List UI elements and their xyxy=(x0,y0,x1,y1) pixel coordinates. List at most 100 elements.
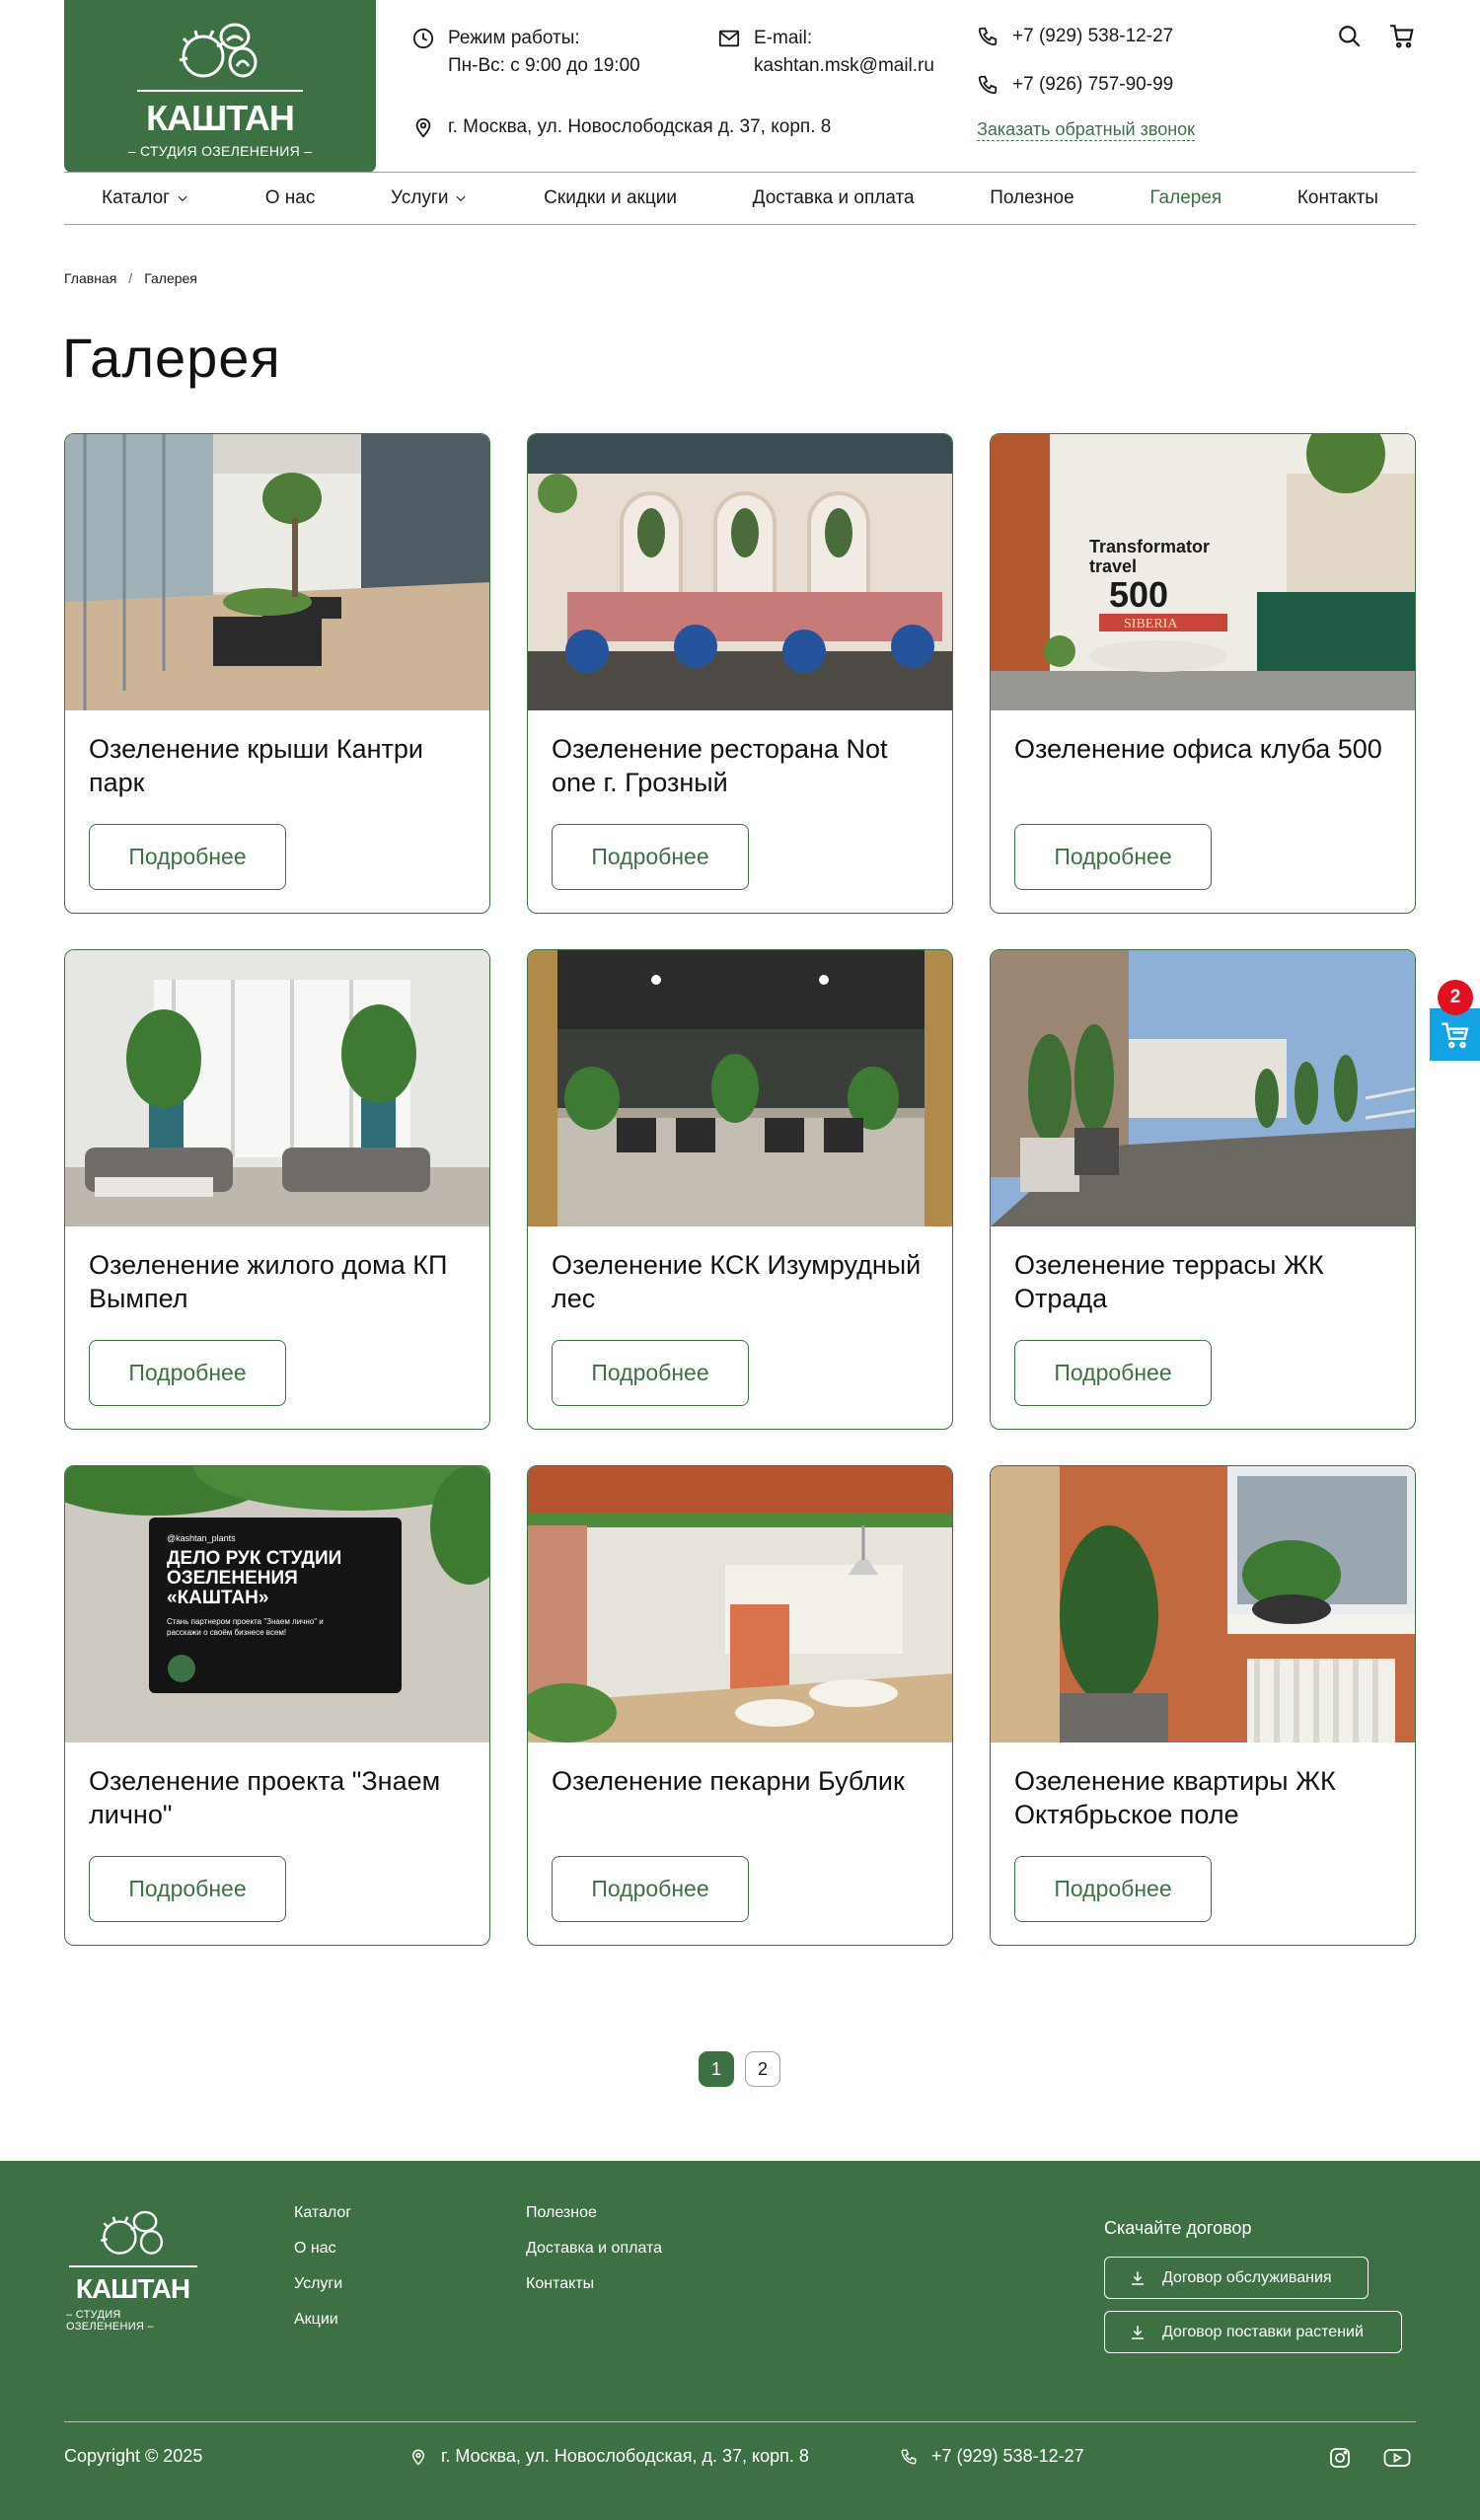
nav-gallery[interactable]: Галерея xyxy=(1149,187,1221,209)
gallery-card[interactable]: Озеленение террасы ЖК Отрада Подробнее xyxy=(990,949,1416,1430)
gallery-card[interactable]: @kashtan_plants ДЕЛО РУК СТУДИИ ОЗЕЛЕНЕН… xyxy=(64,1465,490,1946)
hours-label: Режим работы: xyxy=(448,28,580,48)
download-supply-contract-button[interactable]: Договор поставки растений xyxy=(1104,2311,1402,2353)
details-button[interactable]: Подробнее xyxy=(552,824,749,890)
gallery-card[interactable]: Transformator travel 500 SIBERIA Озелене… xyxy=(990,433,1416,914)
footer-link-catalog[interactable]: Каталог xyxy=(294,2204,351,2222)
sign-headline: ДЕЛО РУК СТУДИИ ОЗЕЛЕНЕНИЯ «КАШТАН» xyxy=(167,1548,342,1608)
logo-name: КАШТАН xyxy=(137,89,303,139)
footer-link-about[interactable]: О нас xyxy=(294,2240,351,2258)
sign-handle: @kashtan_plants xyxy=(167,1533,236,1543)
footer-link-services[interactable]: Услуги xyxy=(294,2275,351,2293)
nav-services[interactable]: Услуги xyxy=(391,187,468,209)
logo-subtitle: – СТУДИЯ ОЗЕЛЕНЕНИЯ – xyxy=(66,2309,154,2333)
cart-count-badge: 2 xyxy=(1438,980,1473,1015)
nav-catalog[interactable]: Каталог xyxy=(102,187,189,209)
search-icon xyxy=(1339,26,1361,47)
restaurant-interior-photo[interactable] xyxy=(528,434,952,710)
gallery-card[interactable]: Озеленение квартиры ЖК Октябрьское поле … xyxy=(990,1465,1416,1946)
nav-delivery[interactable]: Доставка и оплата xyxy=(753,187,915,209)
clock-icon xyxy=(412,28,434,49)
breadcrumb-home[interactable]: Главная xyxy=(64,270,116,286)
footer-phone[interactable]: +7 (929) 538-12-27 xyxy=(900,2446,1084,2467)
site-logo[interactable]: КАШТАН – СТУДИЯ ОЗЕЛЕНЕНИЯ – xyxy=(64,0,376,173)
phone-icon xyxy=(978,27,998,46)
footer-col-1: Каталог О нас Услуги Акции xyxy=(294,2204,351,2329)
email-label: E-mail: xyxy=(754,28,813,48)
phone-2[interactable]: +7 (926) 757-90-99 xyxy=(977,71,1173,99)
bakery-photo[interactable] xyxy=(528,1466,952,1742)
gallery-card[interactable]: Озеленение жилого дома КП Вымпел Подробн… xyxy=(64,949,490,1430)
cart-icon xyxy=(1390,25,1414,48)
gallery-card[interactable]: Озеленение ресторана Not one г. Грозный … xyxy=(527,433,953,914)
footer-link-delivery[interactable]: Доставка и оплата xyxy=(526,2240,662,2258)
details-button[interactable]: Подробнее xyxy=(1014,1340,1212,1406)
office-sign-brand: SIBERIA xyxy=(1124,617,1178,631)
youtube-icon[interactable] xyxy=(1383,2446,1411,2470)
main-nav: Каталог О нас Услуги Скидки и акции Дост… xyxy=(64,172,1416,225)
footer-divider xyxy=(64,2421,1416,2422)
floating-cart-button[interactable] xyxy=(1430,1008,1480,1061)
logo-name: КАШТАН xyxy=(68,2265,197,2305)
search-button[interactable] xyxy=(1335,22,1365,51)
footer-logo[interactable]: КАШТАН – СТУДИЯ ОЗЕЛЕНЕНИЯ – xyxy=(66,2204,199,2333)
office-club-photo[interactable]: Transformator travel 500 SIBERIA xyxy=(991,434,1415,710)
callback-link[interactable]: Заказать обратный звонок xyxy=(977,118,1196,141)
card-title: Озеленение террасы ЖК Отрада xyxy=(1014,1250,1324,1313)
nav-useful[interactable]: Полезное xyxy=(990,187,1073,209)
card-title: Озеленение крыши Кантри парк xyxy=(89,734,424,797)
card-title: Озеленение ресторана Not one г. Грозный xyxy=(552,734,888,797)
phone-1-text[interactable]: +7 (929) 538-12-27 xyxy=(1012,23,1173,50)
terrace-photo[interactable] xyxy=(991,950,1415,1226)
phone-icon xyxy=(901,2449,917,2465)
chevron-down-icon xyxy=(178,195,187,202)
nav-contacts[interactable]: Контакты xyxy=(1297,187,1378,209)
phone-2-text[interactable]: +7 (926) 757-90-99 xyxy=(1012,71,1173,99)
download-icon xyxy=(1132,2325,1144,2339)
sign-body: Стань партнером проекта "Знаем лично" и … xyxy=(167,1617,324,1637)
nav-about[interactable]: О нас xyxy=(265,187,316,209)
footer-link-promos[interactable]: Акции xyxy=(294,2311,351,2329)
mail-icon xyxy=(718,30,740,47)
office-sign-number: 500 xyxy=(1109,574,1168,615)
card-title: Озеленение пекарни Бублик xyxy=(552,1766,905,1796)
sign-photo[interactable]: @kashtan_plants ДЕЛО РУК СТУДИИ ОЗЕЛЕНЕН… xyxy=(65,1466,489,1742)
details-button[interactable]: Подробнее xyxy=(552,1856,749,1922)
cart-button[interactable] xyxy=(1387,22,1417,51)
download-service-contract-button[interactable]: Договор обслуживания xyxy=(1104,2257,1369,2299)
nav-discounts[interactable]: Скидки и акции xyxy=(544,187,677,209)
card-title: Озеленение квартиры ЖК Октябрьское поле xyxy=(1014,1766,1336,1829)
details-button[interactable]: Подробнее xyxy=(1014,824,1212,890)
gallery-card[interactable]: Озеленение КСК Изумрудный лес Подробнее xyxy=(527,949,953,1430)
gallery-card[interactable]: Озеленение крыши Кантри парк Подробнее xyxy=(64,433,490,914)
apartment-photo[interactable] xyxy=(991,1466,1415,1742)
details-button[interactable]: Подробнее xyxy=(89,824,286,890)
card-title: Озеленение офиса клуба 500 xyxy=(1014,734,1382,764)
details-button[interactable]: Подробнее xyxy=(552,1340,749,1406)
footer-col-2: Полезное Доставка и оплата Контакты xyxy=(526,2204,662,2293)
location-pin-icon xyxy=(411,2449,425,2466)
details-button[interactable]: Подробнее xyxy=(89,1856,286,1922)
location-pin-icon xyxy=(415,117,431,138)
card-title: Озеленение жилого дома КП Вымпел xyxy=(89,1250,448,1313)
residential-lounge-photo[interactable] xyxy=(65,950,489,1226)
footer-link-useful[interactable]: Полезное xyxy=(526,2204,662,2222)
details-button[interactable]: Подробнее xyxy=(89,1340,286,1406)
gallery-card[interactable]: Озеленение пекарни Бублик Подробнее xyxy=(527,1465,953,1946)
address-text: г. Москва, ул. Новослободская д. 37, кор… xyxy=(448,116,832,137)
breadcrumb-current: Галерея xyxy=(144,270,197,286)
office-sign-line1: Transformator xyxy=(1089,537,1210,556)
phone-1[interactable]: +7 (929) 538-12-27 xyxy=(977,23,1173,50)
breadcrumb-separator: / xyxy=(128,270,133,286)
chestnut-logo-icon xyxy=(179,23,258,77)
page-1-button[interactable]: 1 xyxy=(699,2051,734,2087)
sports-hall-photo[interactable] xyxy=(528,950,952,1226)
page-2-button[interactable]: 2 xyxy=(745,2051,780,2087)
rooftop-terrace-photo[interactable] xyxy=(65,434,489,710)
chestnut-logo-icon xyxy=(100,2210,163,2255)
footer-link-contacts[interactable]: Контакты xyxy=(526,2275,662,2293)
instagram-icon[interactable] xyxy=(1326,2446,1354,2470)
email-link[interactable]: kashtan.msk@mail.ru xyxy=(754,52,934,80)
details-button[interactable]: Подробнее xyxy=(1014,1856,1212,1922)
office-sign-line2: travel xyxy=(1089,556,1137,576)
